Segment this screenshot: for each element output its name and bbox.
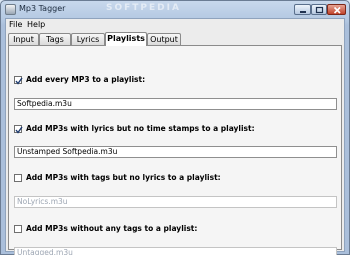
option-label: Add every MP3 to a playlist:	[26, 75, 146, 84]
app-window: Mp3 Tagger SOFTPEDIA File Help Input Tag…	[0, 0, 350, 255]
checkbox-every-mp3[interactable]	[14, 76, 23, 85]
client-area: File Help Input Tags Lyrics Playlists Ou…	[5, 18, 345, 255]
maximize-icon	[315, 6, 324, 14]
playlists-panel: Add every MP3 to a playlist: Softpedia.m…	[8, 45, 342, 255]
title-bar[interactable]: Mp3 Tagger SOFTPEDIA	[1, 1, 349, 18]
option-label: Add MP3s with tags but no lyrics to a pl…	[26, 173, 221, 182]
tab-tags[interactable]: Tags	[39, 33, 71, 45]
close-button[interactable]	[327, 4, 346, 15]
playlist-untagged-input: Untagged.m3u	[14, 247, 337, 255]
option-label: Add MP3s without any tags to a playlist:	[26, 224, 198, 233]
checkmark-icon	[15, 77, 23, 85]
minimize-button[interactable]	[294, 4, 311, 15]
maximize-button[interactable]	[311, 4, 327, 15]
app-icon	[5, 4, 16, 15]
close-icon	[333, 6, 341, 14]
menu-file[interactable]: File	[9, 19, 22, 30]
minimize-icon	[300, 11, 306, 13]
checkbox-no-tags[interactable]	[14, 225, 22, 233]
watermark: SOFTPEDIA	[106, 3, 181, 13]
window-title: Mp3 Tagger	[19, 4, 66, 13]
checkbox-tags-no-lyrics[interactable]	[14, 174, 22, 182]
menu-bar: File Help	[6, 19, 344, 30]
tab-playlists[interactable]: Playlists	[105, 32, 147, 46]
playlist-every-mp3-input[interactable]: Softpedia.m3u	[14, 98, 337, 110]
checkmark-icon	[15, 126, 23, 134]
checkbox-lyrics-no-timestamps[interactable]	[14, 125, 23, 134]
tab-output[interactable]: Output	[147, 33, 181, 45]
menu-help[interactable]: Help	[27, 19, 45, 30]
tab-lyrics[interactable]: Lyrics	[71, 33, 105, 45]
tab-strip: Input Tags Lyrics Playlists Output	[8, 32, 344, 46]
playlist-nolyrics-input: NoLyrics.m3u	[14, 196, 337, 208]
playlist-unstamped-input[interactable]: Unstamped Softpedia.m3u	[14, 146, 337, 158]
tab-input[interactable]: Input	[8, 33, 39, 45]
option-label: Add MP3s with lyrics but no time stamps …	[26, 124, 255, 133]
